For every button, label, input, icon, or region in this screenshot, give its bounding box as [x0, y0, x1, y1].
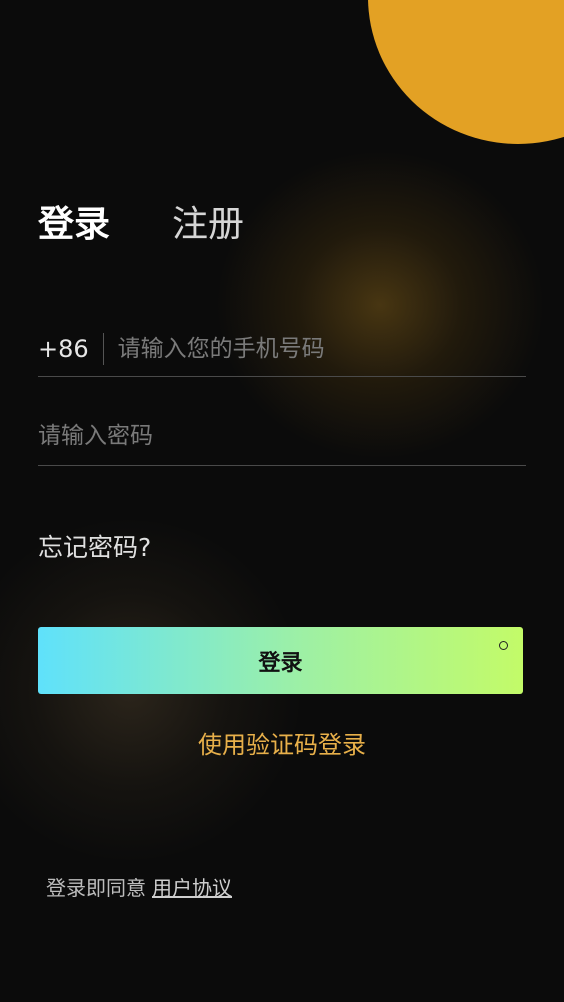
login-screen: 登录 注册 +86 忘记密码? 登录 使用验证码登录 登录即同意用户协议	[0, 0, 564, 1002]
login-button-label: 登录	[258, 650, 303, 676]
agreement-line: 登录即同意 用户协议	[46, 872, 232, 904]
login-button[interactable]: 登录	[38, 627, 523, 694]
country-code[interactable]: +86	[38, 333, 104, 365]
password-input[interactable]	[38, 415, 526, 456]
forgot-password-link[interactable]: 忘记密码?	[38, 528, 151, 568]
auth-tabs: 登录 注册	[38, 200, 244, 250]
user-agreement-link[interactable]: 用户协议	[152, 876, 232, 900]
tab-login[interactable]: 登录	[38, 200, 110, 250]
sms-code-login-link[interactable]: 使用验证码登录	[0, 725, 564, 765]
agreement-prefix: 登录即同意	[46, 876, 146, 900]
phone-input[interactable]	[117, 329, 526, 369]
phone-field: +86	[38, 322, 526, 377]
decorative-sun-circle	[368, 0, 564, 144]
tab-register[interactable]: 注册	[172, 200, 244, 250]
circle-icon	[499, 641, 508, 650]
password-field	[38, 406, 526, 466]
